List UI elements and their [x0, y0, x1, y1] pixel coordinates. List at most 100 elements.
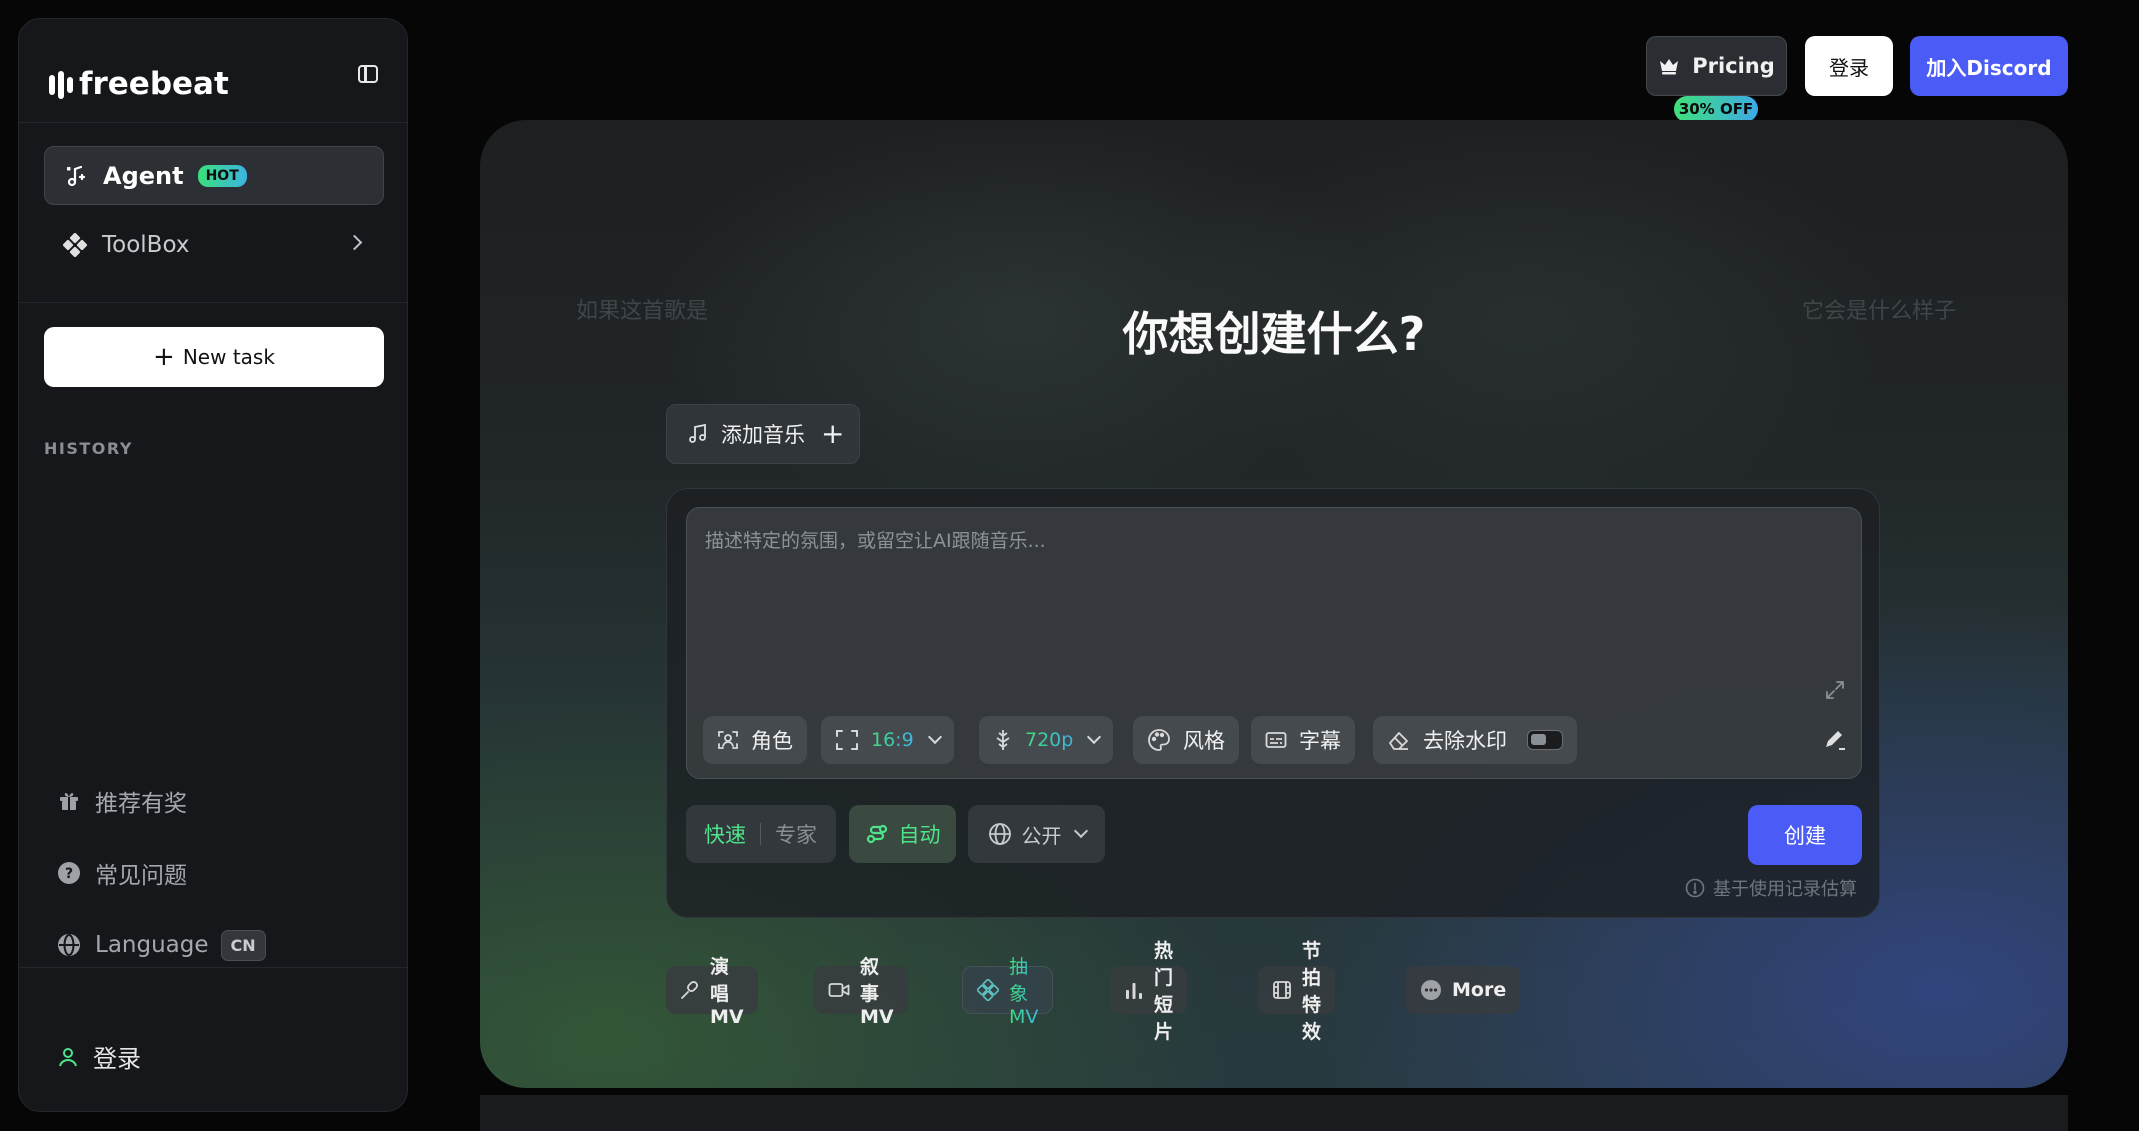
template-label: 抽象 MV [1009, 952, 1038, 1028]
mode-expert-option[interactable]: 专家 [775, 819, 817, 849]
option-resolution[interactable]: 720p [979, 716, 1114, 764]
divider [19, 302, 407, 303]
template-narrative-mv[interactable]: 叙事 MV [814, 956, 908, 1028]
login-button[interactable]: 登录 [1805, 36, 1893, 96]
face-scan-icon [717, 729, 739, 751]
plus-icon: + [821, 417, 845, 450]
prompt-box: 角色 16:9 720p [686, 507, 1862, 779]
logo-row: freebeat [19, 19, 407, 123]
join-discord-button[interactable]: 加入Discord [1910, 36, 2068, 96]
discount-badge: 30% OFF [1674, 96, 1758, 122]
template-trending-shorts[interactable]: 热门短片 [1110, 940, 1188, 1043]
sidebar-item-label: ToolBox [102, 231, 190, 258]
watermark-toggle[interactable] [1527, 730, 1563, 750]
user-icon [57, 1046, 79, 1068]
subtitles-icon [1265, 731, 1287, 749]
add-music-button[interactable]: 添加音乐 + [666, 404, 860, 464]
gift-icon [57, 789, 81, 813]
svg-text:?: ? [65, 866, 73, 882]
hot-badge: HOT [197, 164, 247, 187]
resolution-value: 720p [1025, 729, 1074, 751]
info-icon [1685, 878, 1705, 898]
new-task-label: New task [182, 345, 275, 369]
sidebar-login-label: 登录 [93, 1045, 141, 1073]
add-music-label: 添加音乐 [721, 423, 805, 447]
expand-icon[interactable] [1823, 678, 1847, 702]
plus-icon: + [153, 342, 175, 372]
auto-route-icon [865, 822, 889, 846]
aspect-ratio-value: 16:9 [871, 729, 914, 751]
template-more[interactable]: More [1406, 966, 1521, 1014]
sidebar-link-label: 推荐有奖 [95, 791, 187, 817]
palette-icon [1147, 728, 1171, 752]
template-label: 节拍特效 [1302, 940, 1322, 1043]
sidebar-item-toolbox[interactable]: ToolBox [44, 215, 384, 274]
option-aspect-ratio[interactable]: 16:9 [821, 716, 954, 764]
visibility-select[interactable]: 公开 [968, 805, 1105, 863]
option-label: 字幕 [1299, 729, 1341, 753]
sidebar-login-link[interactable]: 登录 [57, 1039, 141, 1074]
sidebar-link-label: 常见问题 [95, 863, 187, 889]
film-icon [1272, 980, 1292, 1000]
chevron-right-icon [346, 234, 363, 251]
abstract-icon [977, 979, 999, 1001]
template-beat-effects[interactable]: 节拍特效 [1258, 940, 1336, 1043]
sidebar-item-label: Agent [103, 161, 184, 190]
sidebar-link-referral[interactable]: 推荐有奖 [57, 781, 187, 821]
crown-icon [1658, 57, 1680, 75]
globe-icon [57, 933, 81, 957]
sidebar-collapse-button[interactable] [353, 59, 383, 89]
sidebar-toggle-icon [358, 65, 378, 83]
prompt-card: 角色 16:9 720p [666, 488, 1880, 918]
eraser-icon [1387, 729, 1411, 751]
create-button[interactable]: 创建 [1748, 805, 1862, 865]
estimate-label: 基于使用记录估算 [1713, 879, 1857, 900]
sidebar-link-label: Language [95, 932, 209, 958]
music-note-icon [687, 423, 709, 445]
option-character[interactable]: 角色 [703, 716, 807, 764]
chevron-down-icon [1087, 729, 1102, 745]
template-label: 演唱 MV [710, 956, 744, 1028]
music-sparkle-icon [63, 163, 89, 189]
language-badge: CN [220, 929, 266, 961]
sidebar-link-faq[interactable]: ? 常见问题 [57, 853, 187, 893]
bar-chart-icon [1124, 980, 1144, 1000]
below-hero-panel [480, 1095, 2068, 1131]
chevron-down-icon [1073, 823, 1088, 839]
prompt-input[interactable] [705, 526, 1825, 676]
divider [19, 967, 407, 968]
resolution-icon [993, 728, 1013, 752]
option-style[interactable]: 风格 [1133, 716, 1239, 764]
sidebar-item-agent[interactable]: Agent HOT [44, 146, 384, 205]
aspect-ratio-icon [835, 729, 859, 751]
new-task-button[interactable]: + New task [44, 327, 384, 387]
toolbox-icon [62, 232, 88, 258]
option-subtitles[interactable]: 字幕 [1251, 716, 1355, 764]
mode-switch: 快速 专家 [686, 805, 836, 863]
logo-text: freebeat [79, 66, 229, 102]
option-label: 风格 [1183, 729, 1225, 753]
globe-icon [988, 822, 1012, 846]
template-singing-mv[interactable]: 演唱 MV [666, 956, 758, 1028]
estimate-note: 基于使用记录估算 [1685, 875, 1857, 901]
template-label: More [1452, 979, 1507, 1001]
auto-label: 自动 [898, 823, 941, 847]
logo[interactable]: freebeat [49, 69, 229, 100]
option-remove-watermark[interactable]: 去除水印 [1373, 716, 1577, 764]
option-label: 去除水印 [1423, 729, 1507, 753]
logo-mark-icon [49, 70, 73, 99]
help-circle-icon: ? [57, 861, 81, 885]
history-heading: HISTORY [44, 439, 133, 458]
sidebar-link-language[interactable]: Language CN [57, 925, 266, 965]
magic-pen-icon[interactable] [1821, 726, 1849, 754]
sidebar: freebeat Agent HOT ToolBox + New task HI… [18, 18, 408, 1112]
auto-button[interactable]: 自动 [849, 805, 956, 863]
page-title: 你想创建什么? [1122, 307, 1426, 361]
template-abstract-mv[interactable]: 抽象 MV [962, 956, 1054, 1028]
mode-fast-option[interactable]: 快速 [704, 819, 746, 849]
hero-panel: 如果这首歌是 它会是什么样子 你想创建什么? 添加音乐 + 描述特定的氛围，或留… [480, 120, 2068, 1088]
more-dots-icon [1420, 979, 1442, 1001]
pricing-label: Pricing [1692, 54, 1775, 78]
microphone-icon [680, 980, 700, 1000]
pricing-button[interactable]: Pricing [1646, 36, 1787, 96]
